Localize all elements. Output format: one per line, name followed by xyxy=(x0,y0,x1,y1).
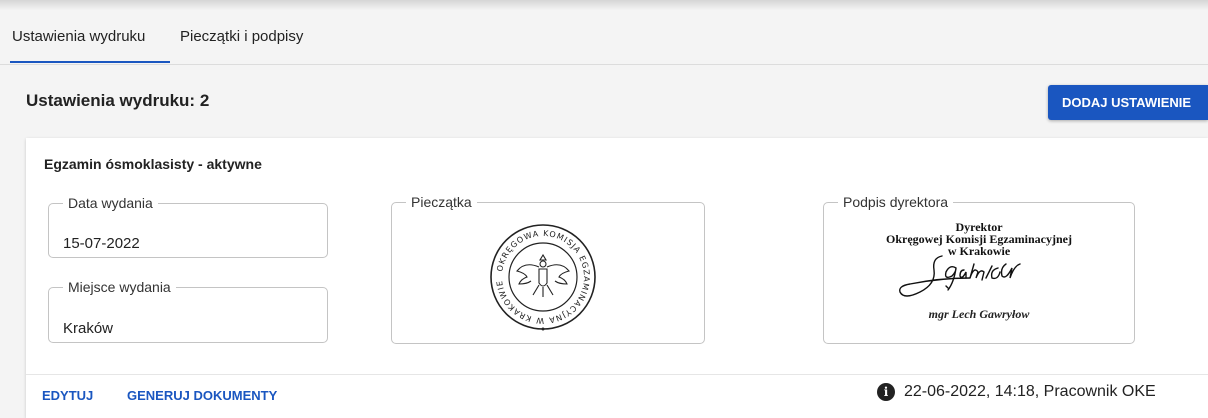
stamp-field[interactable]: Pieczątka OKRĘGOWA KOMISJA EGZAMINACYJNA… xyxy=(391,194,705,344)
date-field[interactable]: Data wydania 15-07-2022 xyxy=(48,195,328,258)
modification-text: 22-06-2022, 14:18, Pracownik OKE xyxy=(904,383,1156,400)
tab-print-settings[interactable]: Ustawienia wydruku xyxy=(12,28,145,45)
place-field-label: Miejsce wydania xyxy=(68,279,171,295)
modification-info: i 22-06-2022, 14:18, Pracownik OKE xyxy=(877,383,1156,401)
tab-bar: Ustawienia wydruku Pieczątki i podpisy xyxy=(0,18,1208,65)
date-field-label: Data wydania xyxy=(68,195,153,211)
generate-documents-link[interactable]: GENERUJ DOKUMENTY xyxy=(127,388,277,403)
place-field[interactable]: Miejsce wydania Kraków xyxy=(48,279,328,343)
signature-field-label: Podpis dyrektora xyxy=(843,194,949,210)
tab-stamps-signatures[interactable]: Pieczątki i podpisy xyxy=(180,28,303,45)
card-title: Egzamin ósmoklasisty - aktywne xyxy=(44,156,262,172)
signature-field[interactable]: Podpis dyrektora Dyrektor Okręgowej Komi… xyxy=(823,194,1135,344)
add-setting-button[interactable]: DODAJ USTAWIENIE xyxy=(1048,85,1208,120)
card-divider xyxy=(26,374,1208,375)
stamp-field-label: Pieczątka xyxy=(411,194,472,210)
place-field-value: Kraków xyxy=(63,320,114,337)
date-field-value: 15-07-2022 xyxy=(63,235,140,252)
info-icon[interactable]: i xyxy=(877,383,895,401)
top-shadow xyxy=(0,0,1208,10)
signature-name: mgr Lech Gawryłow xyxy=(928,307,1030,321)
active-tab-indicator xyxy=(10,61,170,63)
edit-link[interactable]: EDYTUJ xyxy=(42,388,93,403)
stamp-image: OKRĘGOWA KOMISJA EGZAMINACYJNA W KRAKOWI… xyxy=(490,224,596,331)
handwritten-signature xyxy=(899,255,1021,297)
settings-card: Egzamin ósmoklasisty - aktywne Data wyda… xyxy=(26,138,1208,418)
page-title: Ustawienia wydruku: 2 xyxy=(26,91,210,110)
